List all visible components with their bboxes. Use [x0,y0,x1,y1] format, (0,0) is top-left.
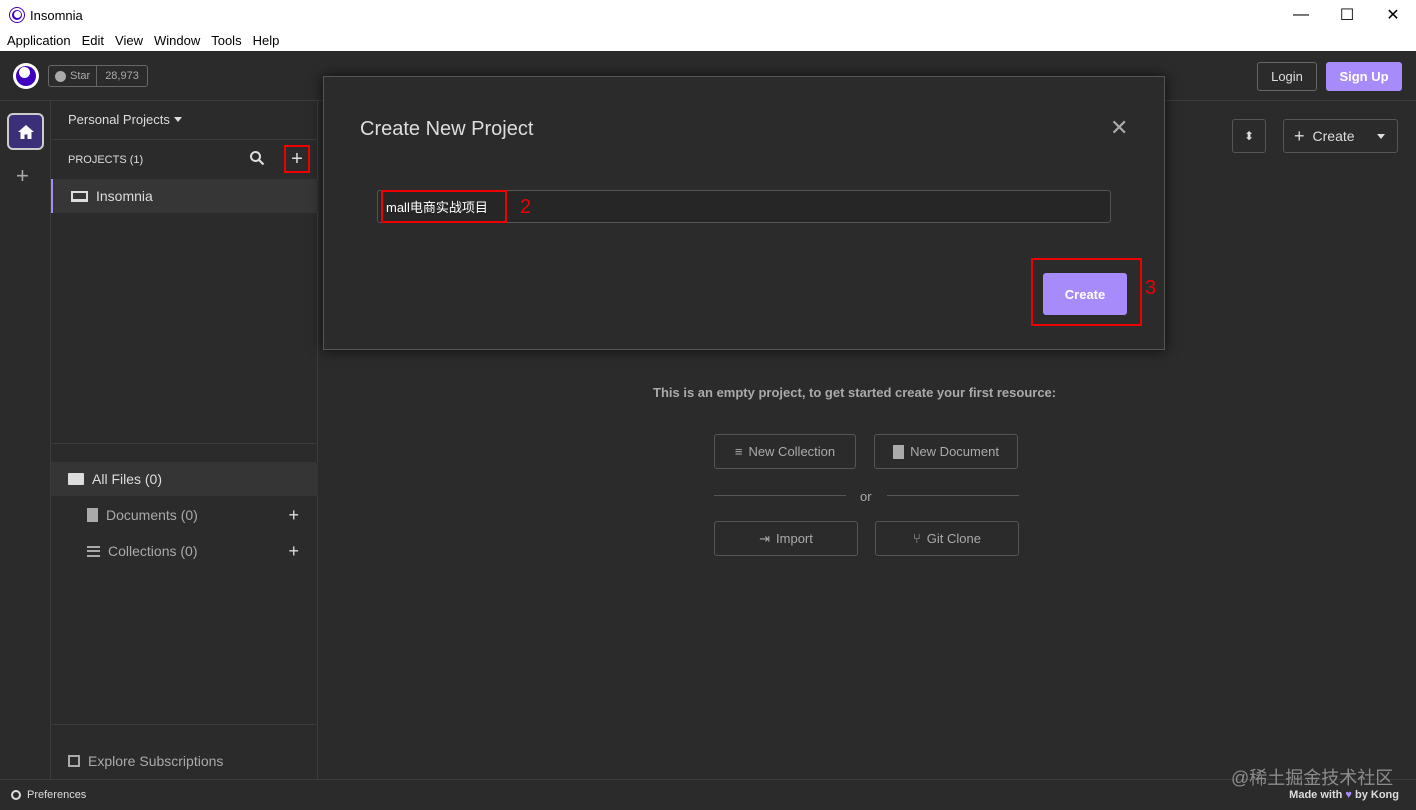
organization-dropdown[interactable]: Personal Projects [68,112,182,127]
watermark: @稀土掘金技术社区 [1231,768,1394,788]
github-star-label: Star [70,70,91,82]
documents-filter[interactable]: Documents (0) + [51,498,318,532]
document-icon [87,508,98,522]
github-icon [55,70,66,82]
left-rail: + [0,101,51,779]
signup-button[interactable]: Sign Up [1326,62,1402,91]
new-document-label: New Document [910,444,999,459]
documents-label: Documents (0) [106,507,198,523]
menu-help[interactable]: Help [253,33,280,48]
import-icon: ⇥ [759,530,771,546]
menu-application[interactable]: Application [7,33,71,48]
create-dropdown-label: Create [1312,128,1355,144]
list-icon [87,545,100,557]
gear-icon [11,790,21,800]
github-star-count: 28,973 [105,70,139,82]
new-collection-label: New Collection [748,444,836,459]
or-separator: or [860,489,872,504]
folder-icon [68,473,84,485]
maximize-button[interactable]: ☐ [1324,0,1370,30]
close-icon[interactable]: ✕ [1110,115,1128,141]
add-organization-icon[interactable]: + [16,165,29,187]
list-icon: ≡ [734,444,743,459]
modal-create-button[interactable]: Create [1043,273,1127,315]
sidebar-footer: Explore Subscriptions [51,724,318,779]
window-title: Insomnia [30,7,83,23]
preferences-label: Preferences [27,789,87,801]
organization-label: Personal Projects [68,112,170,127]
login-button[interactable]: Login [1257,62,1317,91]
new-collection-button[interactable]: ≡ New Collection [714,434,856,469]
home-icon [17,124,34,139]
project-item-label: Insomnia [96,188,153,204]
divider-left [714,495,846,496]
by-kong-label: by Kong [1355,789,1399,801]
all-files-label: All Files (0) [92,471,163,487]
add-project-button[interactable]: + [284,145,310,173]
home-button[interactable] [7,113,44,150]
external-link-icon [68,755,80,767]
minimize-button[interactable]: — [1278,0,1324,30]
menu-edit[interactable]: Edit [82,33,104,48]
file-filters: All Files (0) Documents (0) + Collection… [51,443,318,561]
git-branch-icon: ⑂ [912,531,921,546]
divider-right [887,495,1019,496]
window-titlebar: Insomnia — ☐ ✕ [0,0,1416,30]
add-document-icon[interactable]: + [288,505,299,526]
projects-title: PROJECTS (1) [68,154,144,166]
project-item-insomnia[interactable]: Insomnia [51,179,318,213]
menu-tools[interactable]: Tools [211,33,241,48]
new-document-button[interactable]: New Document [874,434,1018,469]
create-project-modal: Create New Project ✕ 2 Create 3 [323,76,1165,350]
close-window-button[interactable]: ✕ [1370,0,1416,30]
all-files-filter[interactable]: All Files (0) [51,462,318,496]
project-sidebar: Personal Projects PROJECTS (1) + 1 Insom… [51,101,343,779]
insomnia-logo-icon[interactable] [13,63,39,89]
import-button[interactable]: ⇥ Import [714,521,858,556]
laptop-icon [71,190,88,202]
status-bar: Preferences Made with ♥ by Kong [0,779,1416,810]
made-with-label: Made with [1289,789,1343,801]
heart-icon: ♥ [1345,789,1352,801]
project-name-input[interactable] [377,190,1111,223]
git-clone-label: Git Clone [926,531,981,546]
menu-window[interactable]: Window [154,33,200,48]
explore-subscriptions-link[interactable]: Explore Subscriptions [68,753,223,769]
plus-icon: + [1294,125,1305,146]
annotation-step-3: 3 [1145,277,1157,299]
sort-button[interactable]: ⬍ [1232,119,1266,153]
preferences-button[interactable]: Preferences [11,789,86,801]
made-with-kong[interactable]: Made with ♥ by Kong [1289,789,1399,801]
caret-down-icon [173,117,182,122]
collections-label: Collections (0) [108,543,198,559]
explore-subscriptions-label: Explore Subscriptions [88,753,224,769]
annotation-step-2: 2 [520,196,532,218]
git-clone-button[interactable]: ⑂ Git Clone [875,521,1019,556]
search-icon[interactable] [249,150,265,166]
modal-title: Create New Project [360,118,534,140]
add-collection-icon[interactable]: + [288,541,299,562]
projects-header: PROJECTS (1) + [51,139,318,177]
empty-project-text: This is an empty project, to get started… [653,385,1057,400]
menu-view[interactable]: View [115,33,143,48]
collections-filter[interactable]: Collections (0) + [51,534,318,568]
document-icon [893,444,905,459]
sort-icon: ⬍ [1243,129,1255,143]
caret-down-icon [1377,134,1385,139]
create-dropdown[interactable]: + Create [1283,119,1398,153]
insomnia-app-icon [10,8,24,22]
import-label: Import [776,531,813,546]
github-star-button[interactable]: Star 28,973 [48,65,148,87]
menu-bar: Application Edit View Window Tools Help [0,30,1416,51]
